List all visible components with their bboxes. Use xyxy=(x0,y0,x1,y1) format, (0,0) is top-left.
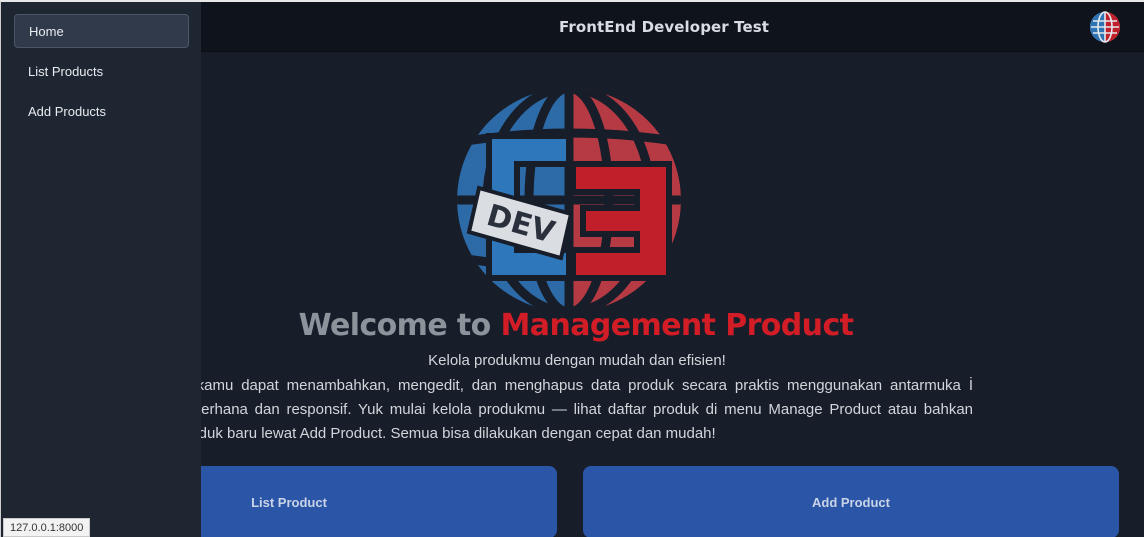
sidebar: Home List Products Add Products xyxy=(1,2,201,537)
sidebar-item-list-products[interactable]: List Products xyxy=(14,54,189,88)
sidebar-item-add-products[interactable]: Add Products xyxy=(14,94,189,128)
welcome-prefix: Welcome to xyxy=(298,308,492,343)
globe-logo-icon[interactable] xyxy=(1089,11,1121,43)
sidebar-item-home[interactable]: Home xyxy=(14,14,189,48)
welcome-highlight: Management Product xyxy=(500,308,854,343)
status-bar-url: 127.0.0.1:8000 xyxy=(3,518,91,537)
app-window: FrontEnd Developer Test DEV Welcome to M… xyxy=(0,0,1144,537)
dev-globe-logo-icon: DEV xyxy=(457,88,681,312)
add-product-button[interactable]: Add Product xyxy=(583,466,1119,537)
hero-description: ni kamu dapat menambahkan, mengedit, dan… xyxy=(177,377,973,442)
